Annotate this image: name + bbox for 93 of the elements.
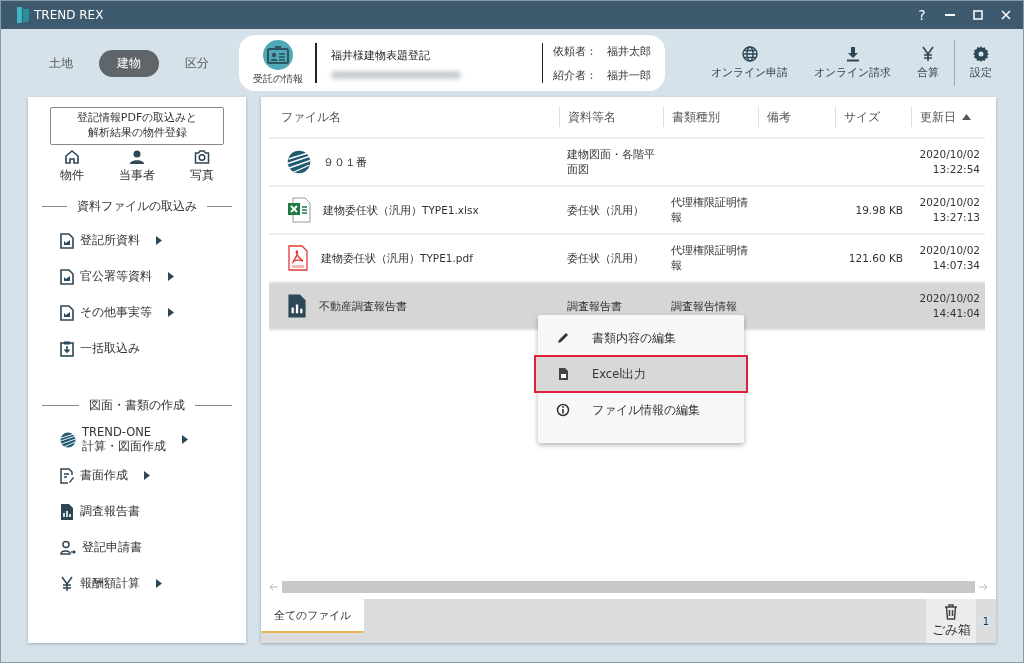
table-cell-text: 代理権限証明情報 — [671, 243, 749, 273]
toolbar-button[interactable]: オンライン請求 — [801, 46, 904, 80]
sidebar-item[interactable]: 報酬額計算 — [28, 565, 246, 602]
window-title: TREND REX — [34, 8, 104, 22]
download-icon — [844, 46, 861, 62]
updated-time: 13:27:13 — [932, 210, 980, 225]
file-row[interactable]: 建物委任状（汎用）TYPE1.xlsx 委任状（汎用） 代理権限証明情報 19.98 KB 2020/10/02 13:27:13 — [269, 187, 985, 235]
table-cell: 調査報告書 — [567, 298, 622, 314]
updated-date: 2020/10/02 — [919, 195, 980, 210]
menu-item[interactable]: ファイル情報の編集 — [536, 393, 746, 427]
yen-icon — [920, 46, 936, 62]
person-arrow-icon — [60, 539, 76, 556]
file-row[interactable]: ９０１番 建物図面・各階平面図 2020/10/02 13:22:54 — [269, 139, 985, 187]
quick-link[interactable]: 当事者 — [119, 148, 155, 184]
import-pdf-button[interactable]: 登記情報PDFの取込みと 解析結果の物件登録 — [50, 107, 224, 145]
document-icon — [60, 304, 74, 321]
document-pen-icon — [60, 467, 74, 484]
mode-tab[interactable]: 区分 — [173, 49, 221, 77]
introducer-label: 紹介者： — [553, 67, 597, 83]
file-name: 建物委任状（汎用）TYPE1.xlsx — [323, 202, 479, 218]
scrollbar-thumb[interactable] — [282, 581, 975, 593]
sidebar-item[interactable]: 登記所資料 — [28, 222, 246, 259]
updated-time: 14:41:04 — [932, 306, 980, 321]
file-name: 建物委任状（汎用）TYPE1.pdf — [321, 250, 473, 266]
clipboard-icon — [60, 340, 74, 357]
updated-date: 2020/10/02 — [919, 291, 980, 306]
updated-date: 2020/10/02 — [919, 243, 980, 258]
table-cell-text: 代理権限証明情報 — [671, 195, 749, 225]
table-cell: 調査報告情報 — [671, 298, 737, 314]
column-header[interactable]: 書類種別 — [663, 107, 758, 127]
toolbar-button[interactable]: 合算 — [904, 46, 952, 80]
sidebar-item[interactable]: 書面作成 — [28, 457, 246, 494]
maximize-icon — [972, 9, 984, 21]
count-badge: 1 — [979, 614, 993, 628]
updated-time: 14:07:34 — [932, 258, 980, 273]
close-icon — [1000, 9, 1012, 21]
report-file-icon — [287, 294, 307, 318]
column-header[interactable]: ファイル名 — [269, 107, 559, 127]
settings-icon — [973, 46, 989, 62]
toolbar-button[interactable]: オンライン申請 — [698, 46, 801, 80]
document-icon — [60, 268, 74, 285]
case-info-button[interactable]: 受託の情報 — [253, 40, 303, 86]
report-icon — [60, 503, 74, 520]
spreadsheet-file-icon — [287, 197, 311, 223]
sidebar-item[interactable]: 一括取込み — [28, 330, 246, 367]
introducer-name: 福井一郎 — [607, 67, 651, 83]
section-heading: 図面・書類の作成 — [89, 396, 185, 414]
sidebar-item[interactable]: TREND-ONE 計算・図面作成 — [28, 421, 246, 458]
trash-button[interactable]: ごみ箱 — [926, 599, 976, 643]
table-cell: 建物図面・各階平面図 — [567, 147, 655, 177]
section-heading: 資料ファイルの取込み — [77, 197, 197, 215]
table-cell: 委任状（汎用） — [567, 202, 644, 218]
globe-icon — [741, 46, 758, 62]
camera-icon — [194, 148, 211, 165]
quick-link[interactable]: 物件 — [59, 148, 84, 184]
mode-tab[interactable]: 建物 — [99, 49, 159, 77]
mode-tab[interactable]: 土地 — [37, 49, 85, 77]
sidebar-item[interactable]: その他事実等 — [28, 294, 246, 331]
person-icon — [129, 148, 145, 165]
column-header[interactable]: サイズ — [835, 107, 911, 127]
column-header[interactable]: 更新日 — [911, 107, 984, 127]
home-icon — [63, 148, 80, 165]
striped-globe-icon — [287, 150, 311, 174]
requester-label: 依頼者： — [553, 43, 597, 59]
table-cell: 委任状（汎用） — [567, 250, 644, 266]
pdf-file-icon — [287, 245, 309, 271]
case-title: 福井様建物表題登記 — [330, 47, 431, 63]
settings-button[interactable]: 設定 — [957, 46, 1005, 80]
striped-globe-icon — [60, 431, 76, 448]
sidebar-item[interactable]: 登記申請書 — [28, 529, 246, 566]
file-name: 不動産調査報告書 — [319, 298, 407, 314]
requester-name: 福井太郎 — [607, 43, 651, 59]
updated-time: 13:22:54 — [932, 162, 980, 177]
file-filter-tab[interactable]: 全てのファイル — [261, 599, 364, 633]
info-icon — [556, 403, 570, 417]
updated-date: 2020/10/02 — [919, 147, 980, 162]
sidebar-item[interactable]: 官公署等資料 — [28, 258, 246, 295]
sidebar-item[interactable]: 調査報告書 — [28, 493, 246, 530]
app-logo-icon — [17, 7, 29, 23]
help-button[interactable]: ? — [915, 5, 929, 25]
document-icon — [60, 232, 74, 249]
file-name: ９０１番 — [323, 154, 367, 170]
trash-icon — [944, 603, 958, 620]
file-size: 121.60 KB — [848, 250, 903, 266]
file-size: 19.98 KB — [855, 202, 903, 218]
file-icon — [556, 367, 570, 381]
column-header[interactable]: 備考 — [758, 107, 835, 127]
menu-item[interactable]: Excel出力 — [536, 357, 746, 391]
column-header[interactable]: 資料等名 — [559, 107, 663, 127]
id-card-icon — [267, 46, 289, 64]
quick-link[interactable]: 写真 — [190, 148, 215, 184]
file-row[interactable]: 不動産調査報告書 調査報告書 調査報告情報 2020/10/02 14:41:04 — [269, 283, 985, 331]
yen-icon — [60, 575, 74, 592]
